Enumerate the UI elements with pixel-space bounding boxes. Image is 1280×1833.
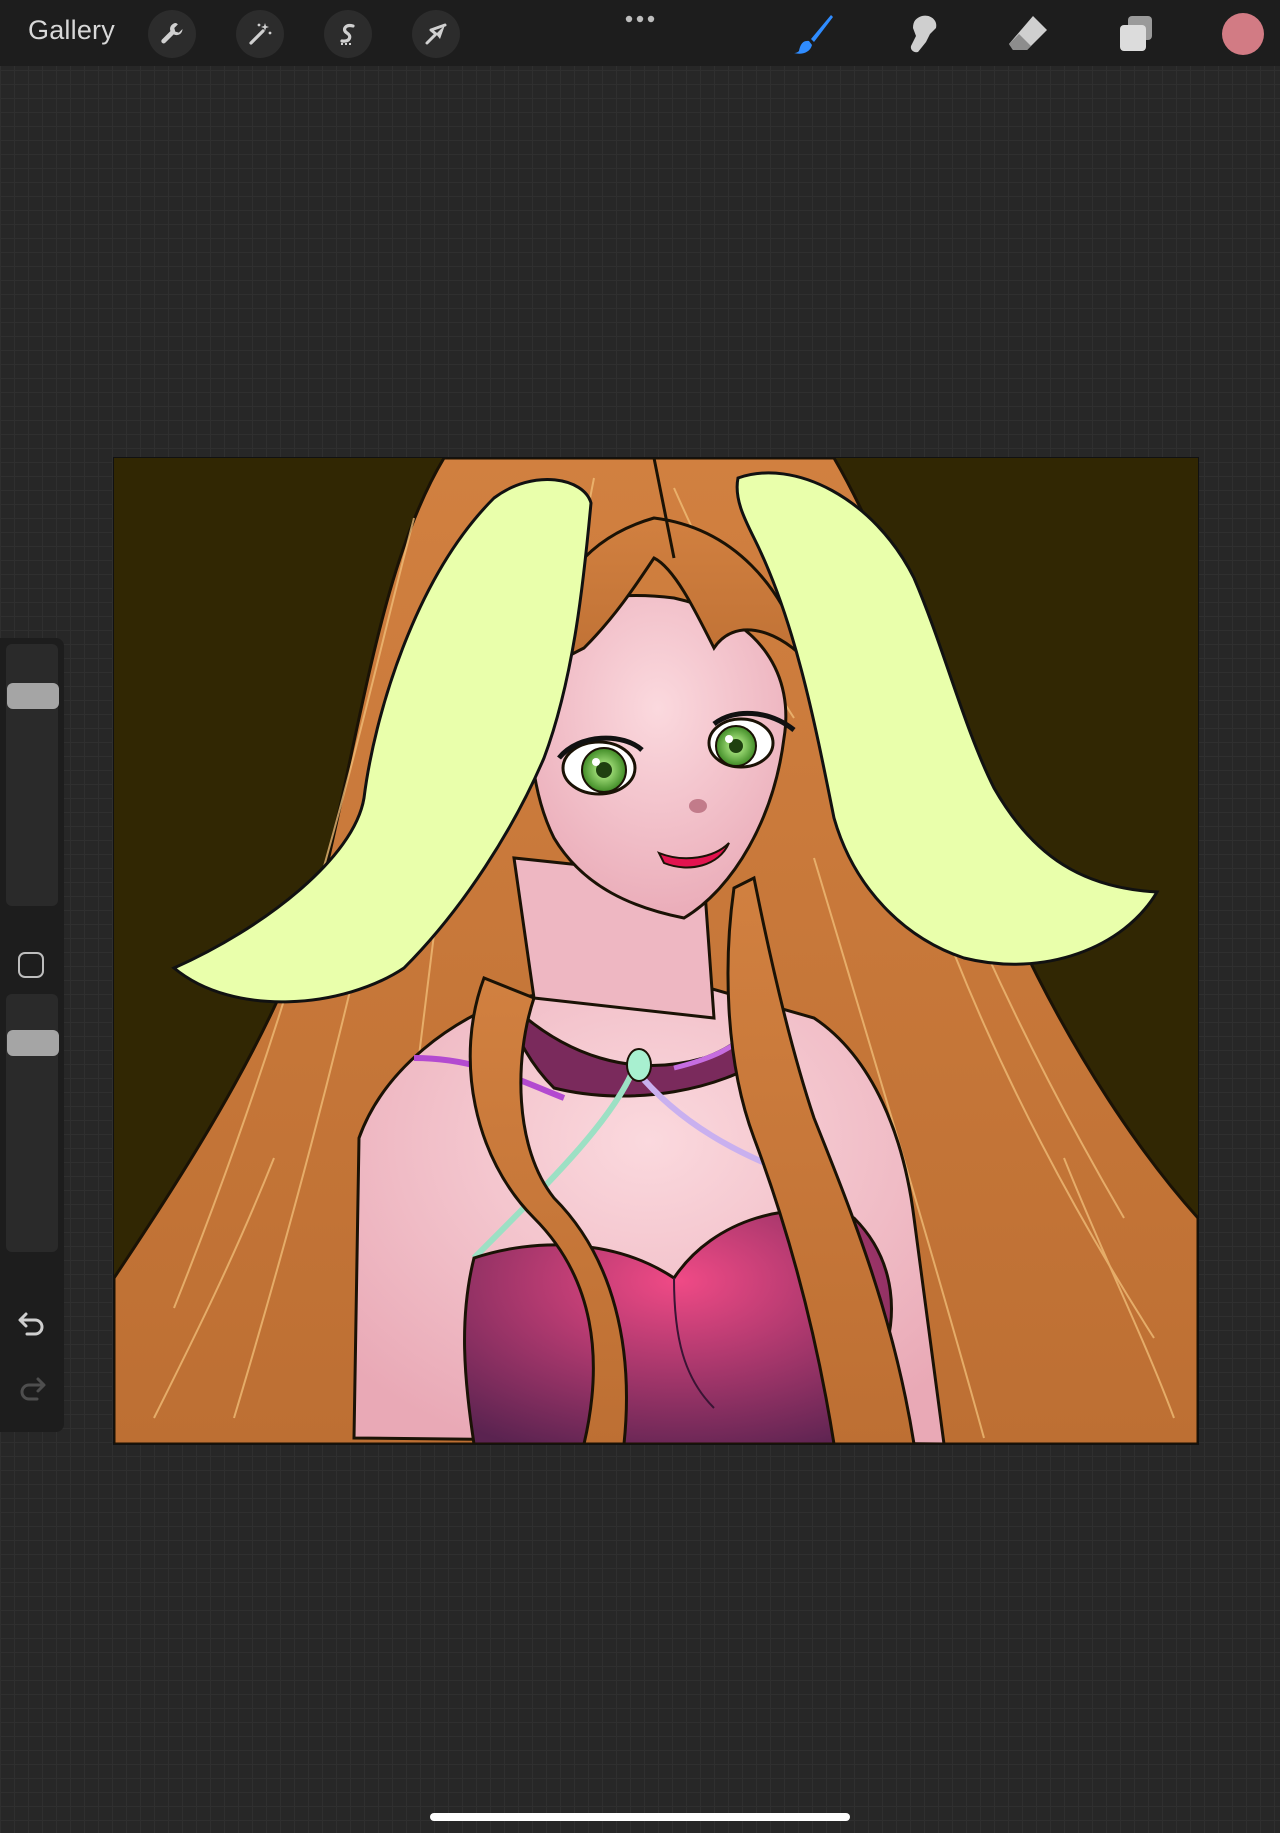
layers-button[interactable] bbox=[1112, 10, 1160, 58]
nose bbox=[689, 799, 707, 813]
procreate-app: Gallery bbox=[0, 0, 1280, 1833]
redo-icon bbox=[20, 1377, 46, 1401]
sidebar bbox=[0, 638, 64, 1432]
modifier-square-icon[interactable] bbox=[18, 952, 44, 978]
adjustments-button[interactable] bbox=[236, 10, 284, 58]
opacity-slider-thumb[interactable] bbox=[7, 1030, 59, 1056]
eraser-icon bbox=[1009, 16, 1047, 50]
arrow-cursor-icon bbox=[425, 23, 447, 45]
actions-button[interactable] bbox=[148, 10, 196, 58]
brush-tool-button[interactable] bbox=[790, 10, 838, 58]
top-toolbar: Gallery bbox=[0, 0, 1280, 66]
brush-size-slider-thumb[interactable] bbox=[7, 683, 59, 709]
undo-button[interactable] bbox=[14, 1308, 50, 1338]
magic-wand-icon bbox=[249, 23, 272, 45]
selection-s-icon bbox=[340, 24, 355, 45]
color-picker-button[interactable] bbox=[1222, 13, 1264, 55]
home-indicator[interactable] bbox=[430, 1813, 850, 1821]
smudge-icon bbox=[910, 15, 937, 53]
more-dots-icon[interactable] bbox=[624, 14, 656, 24]
undo-icon bbox=[18, 1312, 44, 1336]
drawing-canvas[interactable] bbox=[114, 458, 1198, 1444]
brush-icon bbox=[794, 15, 833, 54]
gallery-button[interactable]: Gallery bbox=[28, 15, 115, 46]
wrench-icon bbox=[161, 23, 183, 44]
selection-button[interactable] bbox=[324, 10, 372, 58]
eraser-tool-button[interactable] bbox=[1004, 10, 1052, 58]
transform-button[interactable] bbox=[412, 10, 460, 58]
smudge-tool-button[interactable] bbox=[898, 10, 946, 58]
artwork-illustration bbox=[114, 458, 1198, 1444]
redo-button[interactable] bbox=[14, 1373, 50, 1403]
layers-icon bbox=[1120, 16, 1152, 51]
ribbon-knot bbox=[626, 1048, 652, 1082]
